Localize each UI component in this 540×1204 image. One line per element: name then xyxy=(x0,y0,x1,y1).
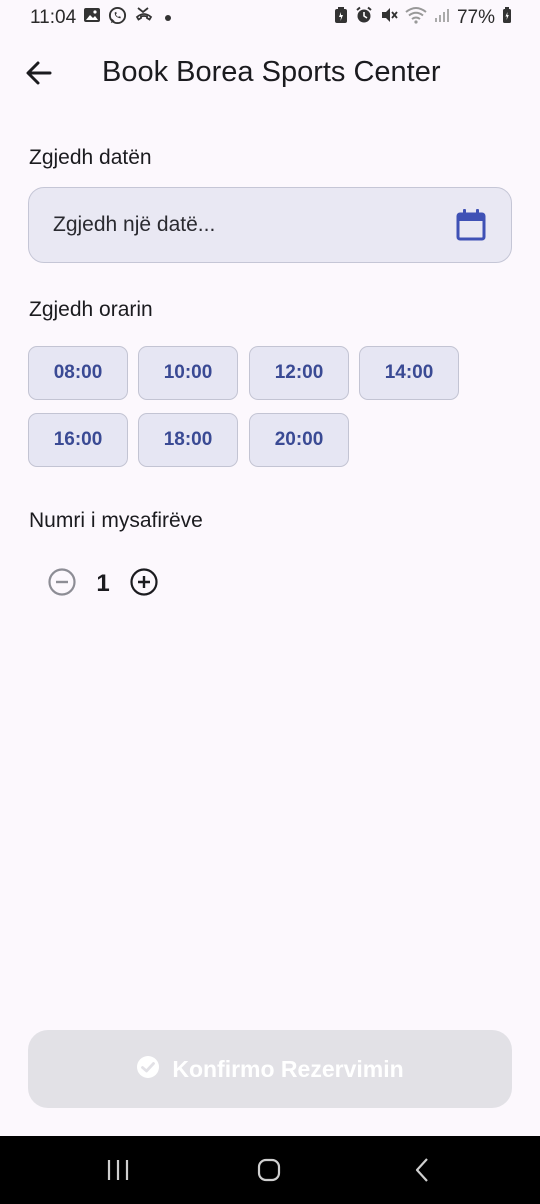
time-slot-0800[interactable]: 08:00 xyxy=(28,346,128,400)
arrow-back-icon xyxy=(25,59,53,92)
back-icon xyxy=(408,1156,436,1189)
status-bar-left: 11:04 xyxy=(30,6,172,31)
plus-circle-icon xyxy=(129,567,159,602)
alarm-icon xyxy=(355,6,373,30)
system-nav-bar xyxy=(0,1136,540,1204)
minus-circle-icon xyxy=(47,567,77,602)
missed-call-icon xyxy=(134,6,154,30)
time-slot-2000[interactable]: 20:00 xyxy=(249,413,349,467)
status-time: 11:04 xyxy=(30,7,77,28)
increment-button[interactable] xyxy=(127,567,161,601)
status-bar: 11:04 77% xyxy=(0,0,540,36)
check-circle-icon xyxy=(136,1055,160,1084)
calendar-icon[interactable] xyxy=(455,208,487,242)
battery-percent: 77% xyxy=(456,7,495,28)
recent-apps-button[interactable] xyxy=(104,1156,132,1189)
back-button[interactable] xyxy=(18,54,60,96)
time-slot-1400[interactable]: 14:00 xyxy=(359,346,459,400)
app-bar: Book Borea Sports Center xyxy=(0,40,540,108)
mute-icon xyxy=(380,6,398,30)
guest-stepper: 1 xyxy=(45,565,161,603)
page-title: Book Borea Sports Center xyxy=(102,56,441,88)
nav-back-button[interactable] xyxy=(408,1156,436,1189)
time-slot-1200[interactable]: 12:00 xyxy=(249,346,349,400)
confirm-label: Konfirmo Rezervimin xyxy=(172,1055,404,1082)
notification-dot-icon xyxy=(165,15,172,21)
time-section-label: Zgjedh orarin xyxy=(29,298,153,321)
status-bar-right: 77% xyxy=(334,6,512,30)
home-button[interactable] xyxy=(255,1156,283,1189)
whatsapp-icon xyxy=(108,6,127,31)
time-slot-1800[interactable]: 18:00 xyxy=(138,413,238,467)
confirm-reservation-button[interactable]: Konfirmo Rezervimin xyxy=(28,1030,512,1108)
battery-icon xyxy=(502,6,512,30)
time-slot-1000[interactable]: 10:00 xyxy=(138,346,238,400)
date-section-label: Zgjedh datën xyxy=(29,146,152,169)
home-icon xyxy=(255,1156,283,1189)
gallery-icon xyxy=(83,6,101,30)
decrement-button[interactable] xyxy=(45,567,79,601)
time-slot-1600[interactable]: 16:00 xyxy=(28,413,128,467)
guest-count: 1 xyxy=(96,570,110,597)
booking-screen: 11:04 77% Book Borea Sports Center Zgjed… xyxy=(0,0,540,1204)
date-placeholder: Zgjedh një datë... xyxy=(53,213,216,236)
guests-section-label: Numri i mysafirëve xyxy=(29,509,203,532)
date-picker-field[interactable]: Zgjedh një datë... xyxy=(28,187,512,263)
signal-icon xyxy=(434,7,450,29)
battery-saver-icon xyxy=(334,6,348,30)
recent-apps-icon xyxy=(104,1156,132,1189)
wifi-icon xyxy=(405,6,427,30)
